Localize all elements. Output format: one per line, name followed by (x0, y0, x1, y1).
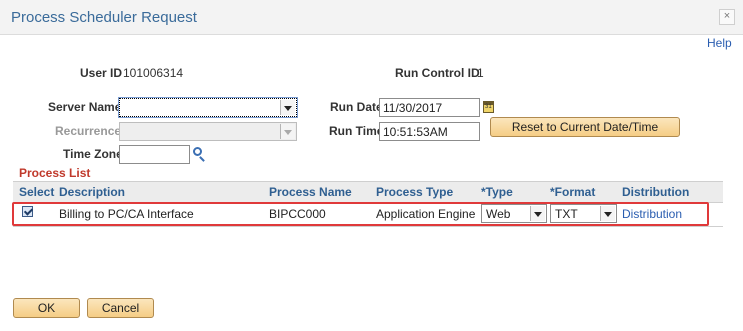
dialog-titlebar: Process Scheduler Request × (0, 0, 743, 35)
column-header-description: Description (59, 185, 126, 199)
process-list-title: Process List (19, 166, 91, 180)
time-zone-input[interactable] (119, 145, 190, 164)
user-id-label: User ID (80, 66, 123, 80)
server-name-select[interactable] (118, 97, 298, 118)
row-description: Billing to PC/CA Interface (59, 207, 194, 221)
cancel-button[interactable]: Cancel (87, 298, 154, 318)
chevron-down-icon (530, 206, 545, 221)
calendar-icon[interactable] (483, 101, 494, 113)
distribution-link[interactable]: Distribution (622, 207, 682, 221)
run-time-label: Run Time (329, 124, 384, 138)
format-select[interactable]: TXT (550, 204, 617, 223)
process-scheduler-dialog: Process Scheduler Request × Help User ID… (0, 0, 743, 331)
column-header-type: *Type (481, 185, 513, 199)
run-date-label: Run Date (330, 100, 383, 114)
chevron-down-icon (600, 206, 615, 221)
select-checkbox[interactable] (22, 206, 33, 217)
chevron-down-icon (280, 124, 295, 139)
reset-date-time-button[interactable]: Reset to Current Date/Time (490, 117, 680, 137)
server-name-label: Server Name (48, 100, 122, 114)
dialog-title: Process Scheduler Request (11, 9, 197, 26)
search-icon[interactable] (193, 147, 202, 156)
column-header-format: *Format (550, 185, 596, 199)
run-time-input[interactable] (379, 122, 480, 141)
chevron-down-icon (280, 100, 295, 115)
row-process-name: BIPCC000 (269, 207, 326, 221)
table-bottom-border (13, 226, 723, 227)
recurrence-select (119, 122, 297, 141)
type-select[interactable]: Web (481, 204, 547, 223)
time-zone-label: Time Zone (63, 147, 123, 161)
run-control-id-value: 1 (477, 66, 484, 80)
format-selected: TXT (555, 207, 578, 221)
column-header-process-name: Process Name (269, 185, 352, 199)
recurrence-label: Recurrence (55, 124, 122, 138)
close-icon[interactable]: × (719, 9, 735, 25)
run-control-id-label: Run Control ID (395, 66, 480, 80)
column-header-select: Select (19, 185, 55, 199)
ok-button[interactable]: OK (13, 298, 80, 318)
user-id-value: 101006314 (123, 66, 184, 80)
type-selected: Web (486, 207, 511, 221)
column-header-process-type: Process Type (376, 185, 454, 199)
help-link[interactable]: Help (707, 36, 732, 50)
column-header-distribution: Distribution (622, 185, 690, 199)
row-process-type: Application Engine (376, 207, 476, 221)
run-date-input[interactable] (379, 98, 480, 117)
